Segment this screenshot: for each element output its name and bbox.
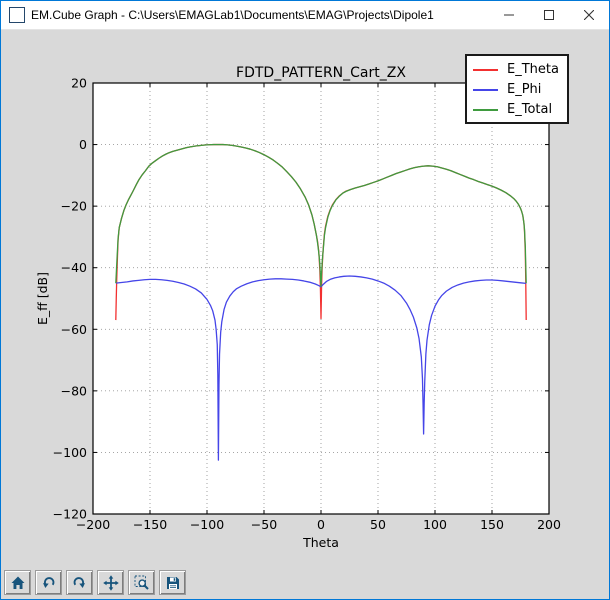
pan-move-icon <box>103 575 119 591</box>
svg-text:200: 200 <box>537 517 561 532</box>
close-icon <box>584 10 594 20</box>
svg-text:−40: −40 <box>61 260 87 275</box>
app-window: EM.Cube Graph - C:\Users\EMAGLab1\Docume… <box>0 0 610 600</box>
x-axis-label: Theta <box>302 535 339 550</box>
zoom-magnifier-icon <box>134 575 150 591</box>
legend-entry: E_Phi <box>473 81 561 98</box>
titlebar: EM.Cube Graph - C:\Users\EMAGLab1\Docume… <box>1 1 609 30</box>
svg-text:100: 100 <box>423 517 447 532</box>
legend-line-sample <box>473 69 498 71</box>
home-button[interactable] <box>4 570 31 595</box>
y-axis-label: E_ff [dB] <box>35 272 50 325</box>
back-arrow-icon <box>41 575 56 590</box>
save-button[interactable] <box>159 570 186 595</box>
svg-text:0: 0 <box>79 137 87 152</box>
home-icon <box>10 575 26 591</box>
save-floppy-icon <box>165 575 181 591</box>
legend-label: E_Phi <box>507 83 541 96</box>
svg-text:−120: −120 <box>53 507 87 522</box>
navigation-toolbar <box>1 566 609 599</box>
window-title: EM.Cube Graph - C:\Users\EMAGLab1\Docume… <box>31 8 489 22</box>
zoom-button[interactable] <box>128 570 155 595</box>
pan-button[interactable] <box>97 570 124 595</box>
svg-text:150: 150 <box>480 517 504 532</box>
chart-title: FDTD_PATTERN_Cart_ZX <box>236 65 406 81</box>
minimize-icon <box>504 10 514 20</box>
window-controls <box>489 1 609 29</box>
svg-text:−20: −20 <box>61 199 87 214</box>
svg-text:−80: −80 <box>61 383 87 398</box>
svg-text:−150: −150 <box>133 517 167 532</box>
svg-text:−60: −60 <box>61 322 87 337</box>
chart-legend: E_Theta E_Phi E_Total <box>465 54 569 124</box>
legend-line-sample <box>473 109 498 111</box>
close-button[interactable] <box>569 1 609 29</box>
figure-area: −200−150−100−50050100150200200−20−40−60−… <box>1 31 609 566</box>
maximize-icon <box>544 10 554 20</box>
svg-text:50: 50 <box>370 517 386 532</box>
maximize-button[interactable] <box>529 1 569 29</box>
legend-entry: E_Total <box>473 101 561 118</box>
forward-button[interactable] <box>66 570 93 595</box>
svg-text:20: 20 <box>71 76 87 91</box>
svg-text:−50: −50 <box>251 517 277 532</box>
legend-label: E_Theta <box>507 63 559 76</box>
minimize-button[interactable] <box>489 1 529 29</box>
svg-text:−100: −100 <box>53 445 87 460</box>
forward-arrow-icon <box>72 575 87 590</box>
app-icon <box>9 7 25 23</box>
legend-line-sample <box>473 89 498 91</box>
svg-text:−100: −100 <box>190 517 224 532</box>
legend-label: E_Total <box>507 103 552 116</box>
svg-text:0: 0 <box>317 517 325 532</box>
legend-entry: E_Theta <box>473 61 561 78</box>
back-button[interactable] <box>35 570 62 595</box>
